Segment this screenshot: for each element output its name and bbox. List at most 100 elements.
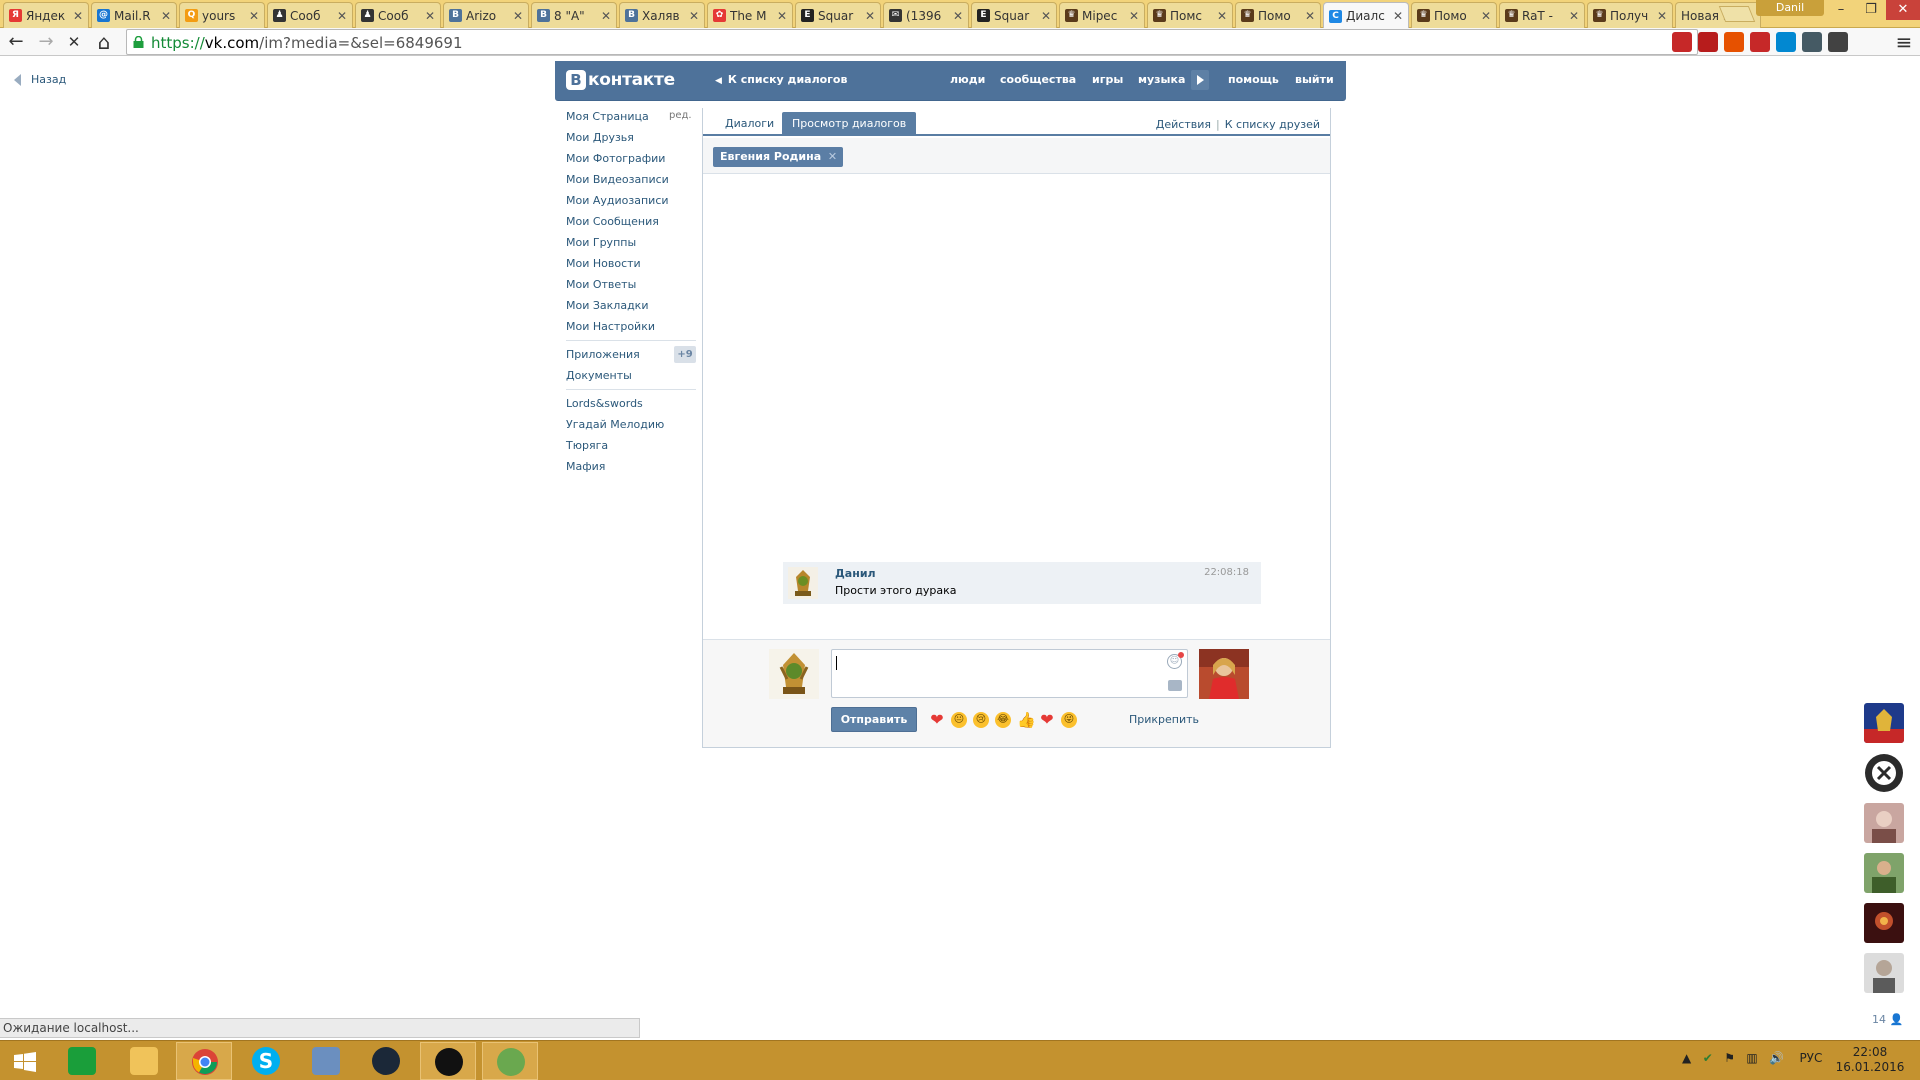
tab-close-icon[interactable]: ✕ xyxy=(601,9,611,23)
taskbar-explorer[interactable] xyxy=(116,1042,172,1080)
tab-close-icon[interactable]: ✕ xyxy=(513,9,523,23)
tab-close-icon[interactable]: ✕ xyxy=(777,9,787,23)
shield-icon[interactable]: ✔ xyxy=(1703,1051,1713,1065)
tab-dialogs[interactable]: Диалоги xyxy=(715,112,784,136)
menu-news[interactable]: Мои Новости xyxy=(566,257,641,270)
header-link-help[interactable]: помощь xyxy=(1228,73,1279,86)
tab-view-dialogs[interactable]: Просмотр диалогов xyxy=(782,112,917,136)
tab-close-icon[interactable]: ✕ xyxy=(73,9,83,23)
stop-loading-icon[interactable]: ✕ xyxy=(62,30,86,54)
tab-close-icon[interactable]: ✕ xyxy=(953,9,963,23)
tab-close-icon[interactable]: ✕ xyxy=(161,9,171,23)
menu-app-turyaga[interactable]: Тюряга xyxy=(566,439,608,452)
friends-list-link[interactable]: К списку друзей xyxy=(1225,118,1320,131)
actions-link[interactable]: Действия xyxy=(1156,118,1211,131)
restore-button[interactable]: ❐ xyxy=(1856,0,1886,20)
tab-close-icon[interactable]: ✕ xyxy=(1657,9,1667,23)
header-link-music[interactable]: музыка xyxy=(1138,73,1185,86)
attach-link[interactable]: Прикрепить xyxy=(1129,713,1199,726)
tab-close-icon[interactable]: ✕ xyxy=(865,9,875,23)
taskbar-app[interactable] xyxy=(420,1042,476,1080)
browser-tab[interactable]: ♟ Сооб ✕ xyxy=(355,2,441,28)
menu-photos[interactable]: Мои Фотографии xyxy=(566,152,665,165)
taskbar-steam[interactable] xyxy=(358,1042,414,1080)
neutral-emoji-icon[interactable]: 😐 xyxy=(951,712,967,728)
close-window-button[interactable]: ✕ xyxy=(1886,0,1920,20)
music-play-icon[interactable] xyxy=(1191,70,1209,90)
browser-tab[interactable]: ♛ RaT - ✕ xyxy=(1499,2,1585,28)
tab-close-icon[interactable]: ✕ xyxy=(689,9,699,23)
taskbar-chrome[interactable] xyxy=(176,1042,232,1080)
tab-close-icon[interactable]: ✕ xyxy=(1217,9,1227,23)
my-avatar[interactable] xyxy=(769,649,819,699)
taskbar-utorrent[interactable] xyxy=(482,1042,538,1080)
new-tab-button[interactable] xyxy=(1718,6,1756,22)
language-indicator[interactable]: РУС xyxy=(1799,1051,1822,1065)
tray-expand-icon[interactable]: ▲ xyxy=(1682,1051,1691,1065)
browser-tab[interactable]: ✿ The M ✕ xyxy=(707,2,793,28)
tab-close-icon[interactable]: ✕ xyxy=(1393,9,1403,23)
extension-icon[interactable] xyxy=(1828,32,1848,52)
vk-logo[interactable]: Вконтакте xyxy=(566,70,675,90)
apps-count-badge[interactable]: +9 xyxy=(674,346,696,363)
heart-emoji-icon[interactable]: ❤ xyxy=(1039,712,1055,728)
menu-bookmarks[interactable]: Мои Закладки xyxy=(566,299,648,312)
menu-messages[interactable]: Мои Сообщения xyxy=(566,215,659,228)
extension-icon[interactable] xyxy=(1750,32,1770,52)
system-clock[interactable]: 22:08 16.01.2016 xyxy=(1835,1045,1905,1075)
taskbar-control-panel[interactable] xyxy=(298,1042,354,1080)
header-link-communities[interactable]: сообщества xyxy=(1000,73,1076,86)
browser-tab[interactable]: B Халяв ✕ xyxy=(619,2,705,28)
tab-close-icon[interactable]: ✕ xyxy=(1305,9,1315,23)
tab-close-icon[interactable]: ✕ xyxy=(425,9,435,23)
tab-close-icon[interactable]: ✕ xyxy=(1129,9,1139,23)
tab-close-icon[interactable]: ✕ xyxy=(1481,9,1491,23)
friend-avatar[interactable] xyxy=(1864,803,1904,843)
message-input[interactable]: ☺ xyxy=(831,649,1188,698)
menu-audio[interactable]: Мои Аудиозаписи xyxy=(566,194,669,207)
extension-icon[interactable] xyxy=(1776,32,1796,52)
browser-tab[interactable]: ♛ Помо ✕ xyxy=(1235,2,1321,28)
forward-arrow-icon[interactable]: → xyxy=(34,30,58,54)
tab-close-icon[interactable]: ✕ xyxy=(249,9,259,23)
taskbar-skype[interactable]: S xyxy=(238,1042,294,1080)
extension-icon[interactable] xyxy=(1698,32,1718,52)
message-author[interactable]: Данил xyxy=(835,567,876,580)
send-button[interactable]: Отправить xyxy=(831,707,917,732)
menu-apps[interactable]: Приложения xyxy=(566,348,640,361)
browser-tab[interactable]: ♛ Помс ✕ xyxy=(1147,2,1233,28)
menu-groups[interactable]: Мои Группы xyxy=(566,236,636,249)
remove-peer-icon[interactable]: ✕ xyxy=(828,147,837,167)
extension-icon[interactable] xyxy=(1672,32,1692,52)
browser-tab[interactable]: Qyours ✕ xyxy=(179,2,265,28)
friend-avatar[interactable] xyxy=(1864,853,1904,893)
smile-icon[interactable]: ☺ xyxy=(1167,652,1184,669)
menu-app-mafia[interactable]: Мафия xyxy=(566,460,605,473)
browser-tab[interactable]: E Squar ✕ xyxy=(795,2,881,28)
header-link-logout[interactable]: выйти xyxy=(1295,73,1334,86)
network-icon[interactable]: ▥ xyxy=(1746,1051,1757,1065)
menu-app-guess-melody[interactable]: Угадай Мелодию xyxy=(566,418,664,431)
browser-tab[interactable]: ♛ Получ ✕ xyxy=(1587,2,1673,28)
address-bar[interactable]: https://vk.com/im?media=&sel=6849691 ☆ xyxy=(126,29,1698,55)
extension-icon[interactable] xyxy=(1724,32,1744,52)
browser-tab[interactable]: C Диалс ✕ xyxy=(1323,2,1409,29)
menu-documents[interactable]: Документы xyxy=(566,369,632,382)
profile-badge[interactable]: Danil xyxy=(1756,0,1824,16)
back-link[interactable]: Назад xyxy=(14,73,66,86)
peer-avatar[interactable] xyxy=(1199,649,1249,699)
home-icon[interactable]: ⌂ xyxy=(92,30,116,54)
tab-close-icon[interactable]: ✕ xyxy=(337,9,347,23)
thumbs-up-emoji-icon[interactable]: 👍 xyxy=(1017,712,1036,728)
heart-emoji-icon[interactable]: ❤ xyxy=(929,712,945,728)
browser-tab[interactable]: ♛ Mipec ✕ xyxy=(1059,2,1145,28)
peer-chip[interactable]: Евгения Родина ✕ xyxy=(713,147,844,167)
taskbar-store[interactable] xyxy=(54,1042,110,1080)
message-row[interactable]: Данил 22:08:18 Прости этого дурака xyxy=(783,562,1261,604)
back-arrow-icon[interactable]: ← xyxy=(4,30,28,54)
online-friends-count[interactable]: 14 👤 xyxy=(1872,1013,1903,1026)
camera-icon[interactable] xyxy=(1168,680,1182,691)
menu-settings[interactable]: Мои Настройки xyxy=(566,320,655,333)
edit-menu-link[interactable]: ред. xyxy=(669,110,692,121)
browser-tab[interactable]: @ Mail.R ✕ xyxy=(91,2,177,28)
